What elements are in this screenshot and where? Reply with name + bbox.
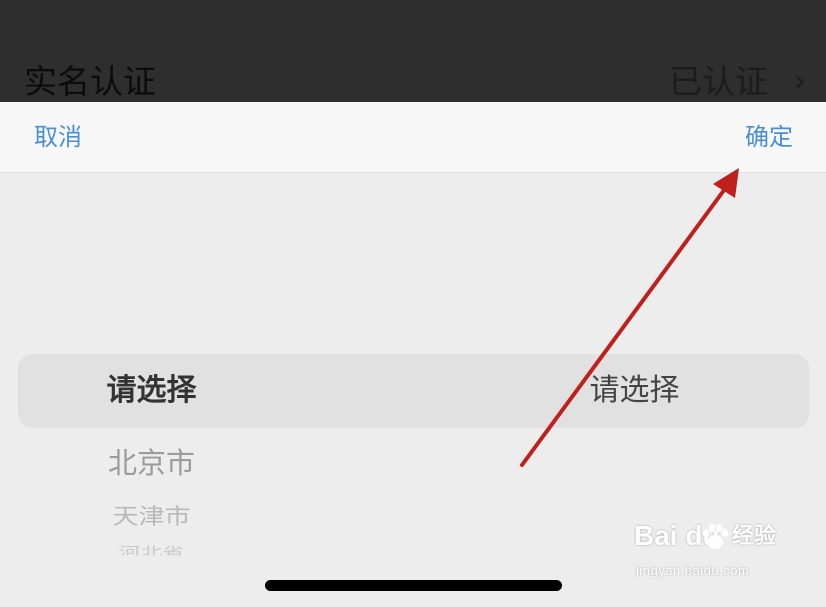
province-option-selected[interactable]: 请选择 (0, 371, 413, 411)
home-indicator[interactable] (265, 580, 562, 591)
verification-status-value: 已认证 (669, 62, 768, 101)
paw-icon (702, 524, 729, 549)
chevron-right-icon: › (794, 64, 806, 99)
province-option[interactable]: 北京市 (0, 443, 413, 483)
cancel-button[interactable]: 取消 (34, 120, 82, 154)
province-option[interactable]: 河北省 (0, 545, 413, 555)
picker-toolbar: 取消 确定 (0, 102, 826, 173)
watermark-name: 经验 (732, 524, 777, 549)
watermark-url: jingyan.baidu.com (636, 563, 750, 578)
province-option[interactable]: 天津市 (0, 502, 413, 533)
province-wheel[interactable]: 请选择 北京市 天津市 河北省 (0, 173, 413, 607)
city-option-selected[interactable]: 请选择 (413, 371, 826, 411)
real-name-verification-label: 实名认证 (24, 62, 156, 101)
confirm-button[interactable]: 确定 (745, 120, 793, 154)
baidu-jingyan-watermark: Bai du 经验 jingyan.baidu.com (634, 518, 784, 590)
